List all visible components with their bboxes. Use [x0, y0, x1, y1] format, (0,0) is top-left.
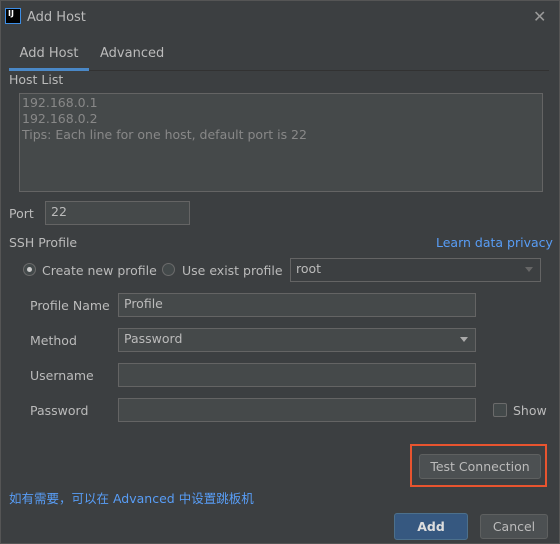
- host-line: 192.168.0.1: [22, 95, 98, 110]
- learn-data-privacy-link[interactable]: Learn data privacy: [436, 235, 553, 250]
- tab-add-host[interactable]: Add Host: [9, 46, 89, 61]
- create-new-profile-radio[interactable]: [23, 263, 36, 276]
- tab-advanced[interactable]: Advanced: [100, 46, 164, 61]
- chevron-down-icon: [525, 267, 533, 272]
- add-button[interactable]: Add: [394, 513, 468, 540]
- exist-profile-dropdown[interactable]: root: [290, 258, 541, 282]
- show-password-checkbox[interactable]: [493, 403, 507, 417]
- method-dropdown[interactable]: Password: [118, 328, 476, 352]
- username-input[interactable]: [118, 363, 476, 387]
- profile-name-input[interactable]: Profile: [118, 293, 476, 317]
- test-connection-button[interactable]: Test Connection: [419, 454, 541, 479]
- password-input[interactable]: [118, 398, 476, 422]
- use-exist-profile-radio[interactable]: [162, 263, 175, 276]
- active-tab-indicator: [9, 68, 89, 71]
- tab-divider: [9, 70, 549, 71]
- close-icon[interactable]: ✕: [533, 7, 546, 26]
- intellij-logo: IJ: [5, 8, 21, 24]
- title-bar: IJ Add Host ✕: [1, 1, 560, 35]
- create-new-profile-label[interactable]: Create new profile: [42, 263, 157, 278]
- host-list-textarea[interactable]: 192.168.0.1 192.168.0.2 Tips: Each line …: [19, 93, 543, 192]
- window-title: Add Host: [27, 10, 86, 25]
- method-label: Method: [30, 333, 77, 348]
- cancel-button[interactable]: Cancel: [480, 514, 548, 539]
- profile-name-label: Profile Name: [30, 298, 110, 313]
- chevron-down-icon: [460, 337, 468, 342]
- password-label: Password: [30, 403, 89, 418]
- jump-host-hint: 如有需要，可以在 Advanced 中设置跳板机: [9, 491, 254, 506]
- port-label: Port: [9, 206, 34, 221]
- ssh-profile-label: SSH Profile: [9, 235, 78, 250]
- host-line: 192.168.0.2: [22, 111, 98, 126]
- show-password-label[interactable]: Show: [513, 403, 547, 418]
- port-input[interactable]: 22: [45, 201, 190, 225]
- username-label: Username: [30, 368, 94, 383]
- method-value: Password: [124, 331, 183, 346]
- exist-profile-value: root: [296, 261, 322, 276]
- host-list-label: Host List: [9, 72, 64, 87]
- use-exist-profile-label[interactable]: Use exist profile: [182, 263, 283, 278]
- host-tip: Tips: Each line for one host, default po…: [22, 127, 307, 142]
